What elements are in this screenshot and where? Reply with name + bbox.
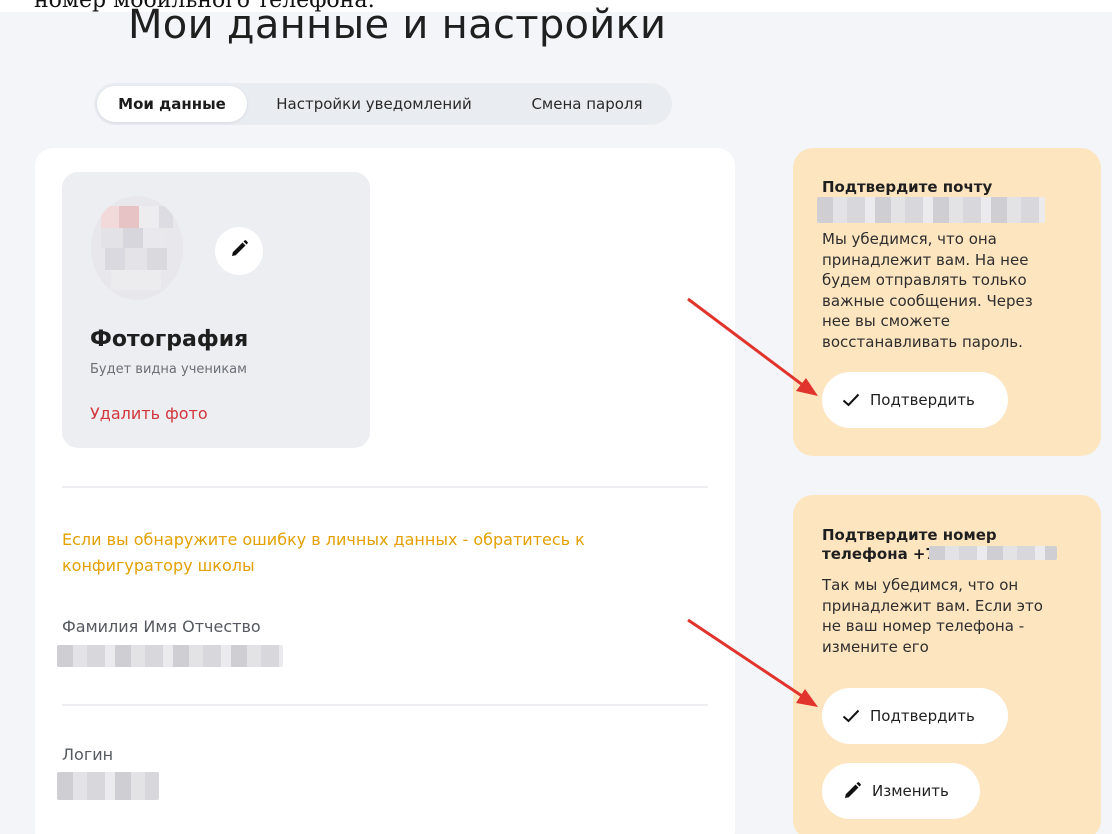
delete-photo-link[interactable]: Удалить фото bbox=[90, 404, 208, 423]
email-value-redacted bbox=[817, 197, 1045, 223]
login-label: Логин bbox=[62, 745, 114, 764]
page: номер мобильного телефона: Мои данные и … bbox=[0, 0, 1112, 834]
profile-card: Фотография Будет видна ученикам Удалить … bbox=[35, 148, 735, 834]
confirm-phone-card: Подтвердите номер телефона +7 Так мы убе… bbox=[793, 495, 1101, 834]
photo-subtitle: Будет видна ученикам bbox=[90, 362, 247, 377]
photo-section: Фотография Будет видна ученикам Удалить … bbox=[62, 172, 370, 448]
pencil-icon bbox=[229, 239, 249, 263]
checkmark-icon bbox=[842, 393, 860, 407]
avatar bbox=[91, 196, 183, 300]
confirm-phone-button[interactable]: Подтвердить bbox=[822, 688, 1008, 744]
confirm-phone-button-label: Подтвердить bbox=[870, 707, 975, 725]
confirm-email-button-label: Подтвердить bbox=[870, 391, 975, 409]
tab-change-password[interactable]: Смена пароля bbox=[512, 86, 662, 122]
error-notice: Если вы обнаружите ошибку в личных данны… bbox=[62, 530, 585, 575]
pencil-icon bbox=[842, 781, 862, 801]
full-name-label: Фамилия Имя Отчество bbox=[62, 617, 261, 636]
edit-photo-button[interactable] bbox=[215, 227, 263, 275]
page-title: Мои данные и настройки bbox=[128, 2, 667, 48]
tab-my-data[interactable]: Мои данные bbox=[97, 86, 247, 122]
confirm-phone-text: Так мы убедимся, что он принадлежит вам.… bbox=[822, 576, 1043, 656]
tab-notification-settings[interactable]: Настройки уведомлений bbox=[264, 86, 484, 122]
confirm-email-button[interactable]: Подтвердить bbox=[822, 372, 1008, 428]
phone-value-redacted bbox=[929, 546, 1057, 560]
divider bbox=[62, 704, 708, 706]
confirm-phone-title-line1: Подтвердите номер bbox=[822, 526, 997, 544]
confirm-phone-title-line2: телефона +7 bbox=[822, 545, 936, 563]
change-phone-button[interactable]: Изменить bbox=[822, 763, 980, 819]
confirm-email-text: Мы убедимся, что она принадлежит вам. На… bbox=[822, 230, 1033, 351]
full-name-value-redacted bbox=[57, 645, 283, 667]
confirm-email-card: Подтвердите почту Мы убедимся, что она п… bbox=[793, 148, 1101, 456]
divider bbox=[62, 486, 708, 488]
photo-title: Фотография bbox=[90, 327, 249, 352]
checkmark-icon bbox=[842, 709, 860, 723]
confirm-email-title: Подтвердите почту bbox=[822, 178, 993, 196]
tab-bar: Мои данные Настройки уведомлений Смена п… bbox=[94, 83, 672, 125]
change-phone-button-label: Изменить bbox=[872, 782, 949, 800]
login-value-redacted bbox=[57, 772, 159, 800]
